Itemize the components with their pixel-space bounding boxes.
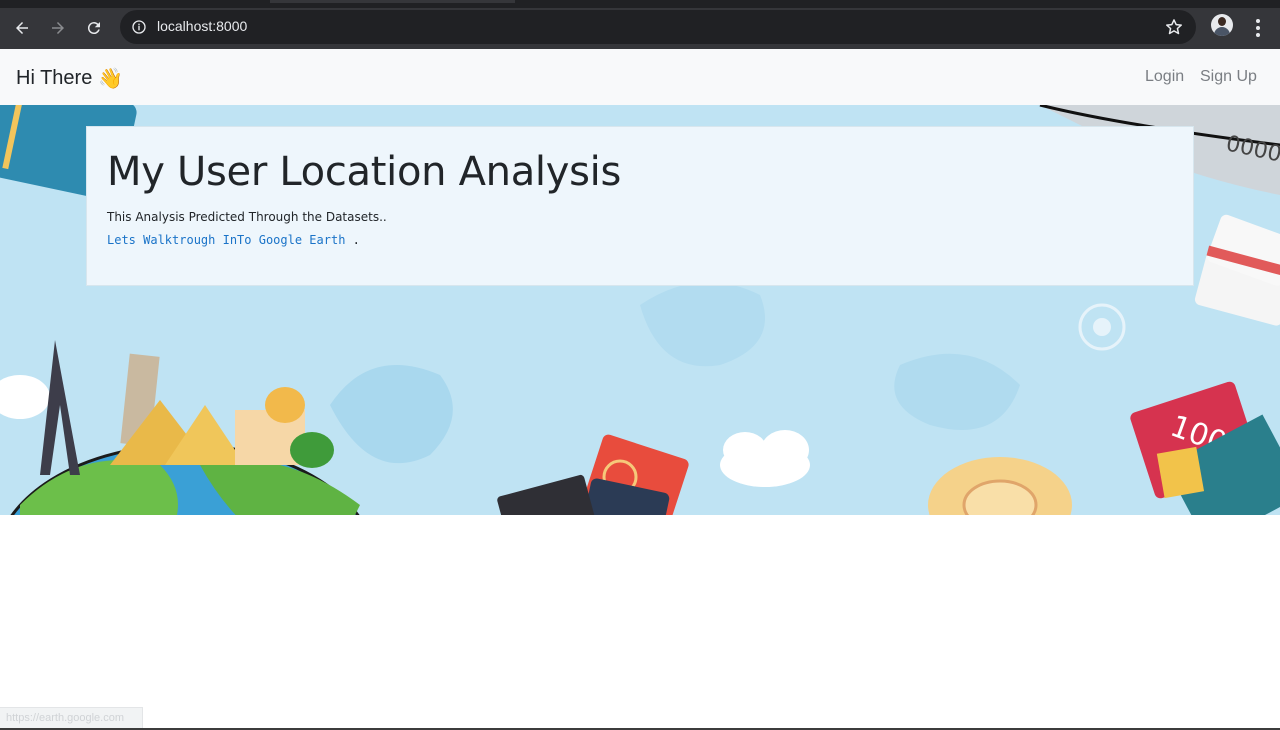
nav-login-link[interactable]: Login	[1145, 68, 1184, 86]
browser-toolbar: localhost:8000	[0, 8, 1280, 49]
hero-banner: 0000 100 My User Location Analysis This …	[0, 105, 1280, 515]
forward-arrow-icon	[52, 22, 64, 34]
address-url[interactable]: localhost:8000	[157, 18, 247, 34]
waving-hand-icon: 👋	[98, 68, 124, 90]
link-row: Lets Walktrough InTo Google Earth .	[107, 233, 360, 247]
nav-signup-link[interactable]: Sign Up	[1200, 68, 1257, 86]
back-arrow-icon	[16, 22, 28, 34]
more-menu-icon[interactable]	[1246, 12, 1270, 44]
intro-card: My User Location Analysis This Analysis …	[86, 126, 1194, 286]
forward-button[interactable]	[42, 12, 74, 44]
reload-button[interactable]	[78, 12, 110, 44]
brand-text: Hi There	[16, 67, 93, 89]
address-bar[interactable]: localhost:8000	[120, 10, 1196, 44]
navbar-brand[interactable]: Hi There 👋	[16, 66, 123, 91]
bookmark-star-icon[interactable]	[1164, 17, 1184, 37]
profile-avatar-icon[interactable]	[1211, 14, 1233, 36]
lead-text: This Analysis Predicted Through the Data…	[107, 210, 387, 224]
site-navbar: Hi There 👋 Login Sign Up	[0, 49, 1280, 105]
active-tab[interactable]	[270, 0, 515, 3]
reload-icon	[87, 22, 100, 35]
google-earth-link[interactable]: Lets Walktrough InTo Google Earth	[107, 233, 345, 247]
link-suffix: .	[352, 233, 360, 247]
page-title: My User Location Analysis	[107, 149, 621, 195]
back-button[interactable]	[6, 12, 38, 44]
tab-strip	[0, 0, 1280, 8]
link-status-bubble: https://earth.google.com	[0, 707, 143, 729]
site-info-icon[interactable]	[128, 16, 150, 38]
